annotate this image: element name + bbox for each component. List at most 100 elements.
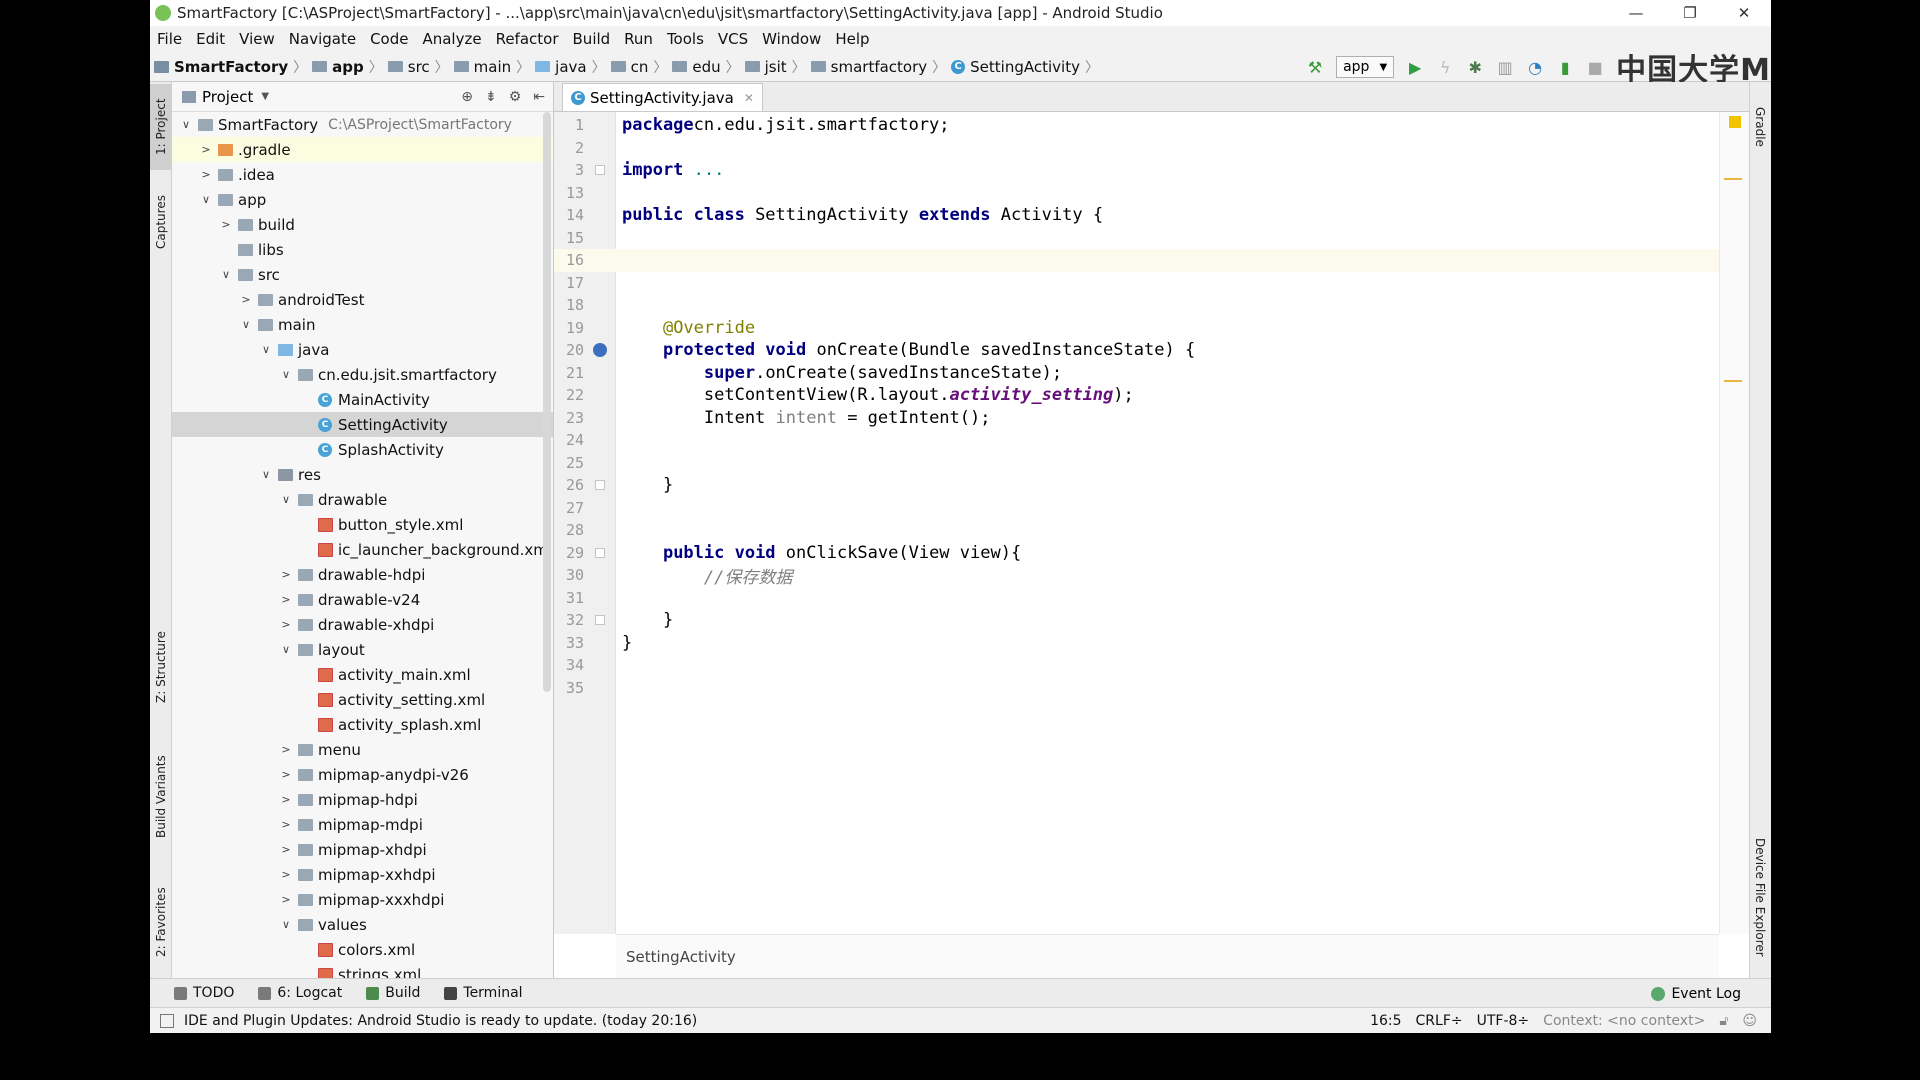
breadcrumb-smartfactory[interactable]: smartfactory xyxy=(807,58,932,76)
chevron-down-icon[interactable]: ∨ xyxy=(238,318,254,331)
tree-item[interactable]: > mipmap-mdpi xyxy=(172,812,553,837)
tree-item[interactable]: > androidTest xyxy=(172,287,553,312)
tool-todo[interactable]: TODO xyxy=(174,985,234,1001)
chevron-down-icon[interactable]: ▼ xyxy=(261,91,269,102)
tree-item[interactable]: > drawable-hdpi xyxy=(172,562,553,587)
tree-item[interactable]: ∨ drawable xyxy=(172,487,553,512)
chevron-right-icon[interactable]: > xyxy=(278,893,294,906)
warning-mark[interactable] xyxy=(1724,380,1742,382)
code-line[interactable]: 32 } xyxy=(554,609,1719,632)
chevron-right-icon[interactable]: > xyxy=(198,168,214,181)
tree-item[interactable]: ∨ res xyxy=(172,462,553,487)
code-line[interactable]: 19 @Override xyxy=(554,317,1719,340)
caret-position[interactable]: 16:5 xyxy=(1370,1013,1401,1029)
tree-item[interactable]: ∨ src xyxy=(172,262,553,287)
code-line[interactable]: 14 public class SettingActivity extends A… xyxy=(554,204,1719,227)
menu-build[interactable]: Build xyxy=(566,30,618,48)
tree-item[interactable]: button_style.xml xyxy=(172,512,553,537)
tree-item[interactable]: > mipmap-xxxhdpi xyxy=(172,887,553,912)
menu-vcs[interactable]: VCS xyxy=(711,30,755,48)
tree-item[interactable]: > .idea xyxy=(172,162,553,187)
chevron-right-icon[interactable]: > xyxy=(278,818,294,831)
code-line[interactable]: 31 xyxy=(554,587,1719,610)
code-line[interactable]: 24 xyxy=(554,429,1719,452)
chevron-right-icon[interactable]: > xyxy=(278,793,294,806)
attach-debugger-icon[interactable]: ▮ xyxy=(1554,56,1576,78)
code-line[interactable]: 21 super.onCreate(savedInstanceState); xyxy=(554,362,1719,385)
gear-icon[interactable]: ⚙ xyxy=(509,89,522,105)
project-view-select[interactable]: Project xyxy=(202,88,253,106)
tree-item[interactable]: > drawable-v24 xyxy=(172,587,553,612)
code-line[interactable]: 1 packagecn.edu.jsit.smartfactory; xyxy=(554,114,1719,137)
run-icon[interactable]: ▶ xyxy=(1404,56,1426,78)
tree-item[interactable]: ic_launcher_background.xml xyxy=(172,537,553,562)
tab-captures[interactable]: Captures xyxy=(150,182,172,262)
code-line[interactable]: 2 xyxy=(554,137,1719,160)
menu-refactor[interactable]: Refactor xyxy=(489,30,566,48)
breadcrumb-cn[interactable]: cn xyxy=(607,58,653,76)
code-line[interactable]: 22 setContentView(R.layout.activity_sett… xyxy=(554,384,1719,407)
tree-item[interactable]: > mipmap-xxhdpi xyxy=(172,862,553,887)
code-line[interactable]: 13 xyxy=(554,182,1719,205)
code-line[interactable]: 15 xyxy=(554,227,1719,250)
editor-error-stripe[interactable] xyxy=(1719,112,1749,934)
chevron-right-icon[interactable]: > xyxy=(278,593,294,606)
tree-item[interactable]: C SettingActivity xyxy=(172,412,553,437)
tree-item[interactable]: > mipmap-anydpi-v26 xyxy=(172,762,553,787)
minimize-button[interactable]: — xyxy=(1609,4,1663,22)
tree-item[interactable]: colors.xml xyxy=(172,937,553,962)
chevron-right-icon[interactable]: > xyxy=(218,218,234,231)
breadcrumb-jsit[interactable]: jsit xyxy=(741,58,791,76)
chevron-right-icon[interactable]: > xyxy=(278,868,294,881)
tree-item[interactable]: activity_main.xml xyxy=(172,662,553,687)
breadcrumb-edu[interactable]: edu xyxy=(668,58,724,76)
chevron-down-icon[interactable]: ∨ xyxy=(258,343,274,356)
chevron-down-icon[interactable]: ∨ xyxy=(278,368,294,381)
menu-navigate[interactable]: Navigate xyxy=(282,30,363,48)
menu-tools[interactable]: Tools xyxy=(660,30,711,48)
tab-project[interactable]: 1: Project xyxy=(150,84,172,170)
menu-edit[interactable]: Edit xyxy=(189,30,232,48)
tree-item[interactable]: C SplashActivity xyxy=(172,437,553,462)
menu-run[interactable]: Run xyxy=(617,30,660,48)
menu-view[interactable]: View xyxy=(232,30,282,48)
tab-build-variants[interactable]: Build Variants xyxy=(150,742,172,852)
breadcrumb-main[interactable]: main xyxy=(450,58,515,76)
breadcrumb-project[interactable]: SmartFactory xyxy=(150,58,292,76)
chevron-right-icon[interactable]: > xyxy=(278,568,294,581)
fold-toggle-icon[interactable] xyxy=(595,480,605,491)
code-line[interactable]: 29 public void onClickSave(View view){ xyxy=(554,542,1719,565)
tree-item[interactable]: ∨ layout xyxy=(172,637,553,662)
code-line[interactable]: 33} xyxy=(554,632,1719,655)
status-message[interactable]: IDE and Plugin Updates: Android Studio i… xyxy=(184,1013,697,1029)
lock-icon[interactable]: 🔓︎ xyxy=(1719,1013,1728,1029)
code-line[interactable]: 20 protected void onCreate(Bundle savedI… xyxy=(554,339,1719,362)
tree-item[interactable]: C MainActivity xyxy=(172,387,553,412)
fold-toggle-icon[interactable] xyxy=(595,615,605,626)
tab-structure[interactable]: Z: Structure xyxy=(150,622,172,712)
chevron-right-icon[interactable]: > xyxy=(238,293,254,306)
breadcrumb-java[interactable]: java xyxy=(531,58,590,76)
profile-icon[interactable]: ◔ xyxy=(1524,56,1546,78)
chevron-down-icon[interactable]: ∨ xyxy=(278,643,294,656)
warning-indicator-icon[interactable] xyxy=(1729,116,1741,128)
chevron-down-icon[interactable]: ∨ xyxy=(278,918,294,931)
tree-item[interactable]: > drawable-xhdpi xyxy=(172,612,553,637)
override-method-icon[interactable] xyxy=(593,343,607,358)
maximize-button[interactable]: ❐ xyxy=(1663,4,1717,22)
run-configuration-select[interactable]: app ▼ xyxy=(1336,56,1395,78)
chevron-right-icon[interactable]: > xyxy=(278,743,294,756)
chevron-right-icon[interactable]: > xyxy=(278,768,294,781)
chevron-right-icon[interactable]: > xyxy=(278,618,294,631)
tree-item[interactable]: ∨ cn.edu.jsit.smartfactory xyxy=(172,362,553,387)
menu-analyze[interactable]: Analyze xyxy=(415,30,488,48)
chevron-right-icon[interactable]: > xyxy=(198,143,214,156)
context-indicator[interactable]: Context: <no context> xyxy=(1543,1013,1705,1029)
breadcrumb-settingactivity[interactable]: C SettingActivity xyxy=(947,58,1084,76)
tree-item[interactable]: strings.xml xyxy=(172,962,553,978)
line-separator[interactable]: CRLF÷ xyxy=(1416,1013,1463,1029)
code-line[interactable]: 35 xyxy=(554,677,1719,700)
tree-item[interactable]: ∨ java xyxy=(172,337,553,362)
tree-item[interactable]: > mipmap-hdpi xyxy=(172,787,553,812)
code-line[interactable]: 27 xyxy=(554,497,1719,520)
